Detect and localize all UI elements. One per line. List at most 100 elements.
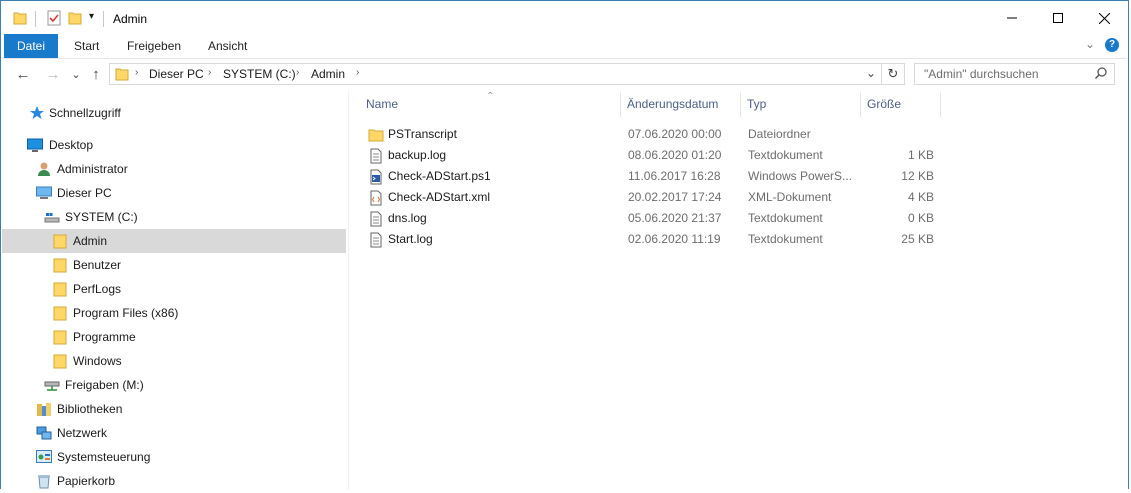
divider: [35, 11, 36, 27]
table-row[interactable]: Check-ADStart.xml 20.02.2017 17:24 XML-D…: [362, 187, 942, 208]
sidebar-item-freigaben-m[interactable]: Freigaben (M:): [2, 373, 346, 397]
xml-file-icon: [368, 190, 384, 206]
minimize-button[interactable]: [989, 2, 1035, 34]
sidebar-item-desktop[interactable]: Desktop: [2, 133, 346, 157]
text-file-icon: [368, 211, 384, 227]
sidebar-item-label: Benutzer: [73, 258, 122, 272]
folder-icon: [368, 127, 384, 143]
maximize-button[interactable]: [1035, 2, 1081, 34]
recent-locations-button[interactable]: ⌄: [66, 65, 86, 85]
sidebar-item-label: SYSTEM (C:): [65, 210, 138, 224]
drive-icon: [44, 209, 60, 225]
table-row[interactable]: Check-ADStart.ps1 11.06.2017 16:28 Windo…: [362, 166, 942, 187]
forward-button[interactable]: →: [43, 65, 63, 85]
table-row[interactable]: PSTranscript 07.06.2020 00:00 Dateiordne…: [362, 124, 942, 145]
sidebar-item-benutzer[interactable]: Benutzer: [2, 253, 346, 277]
file-type: Windows PowerS...: [748, 169, 853, 183]
sidebar-item-label: Administrator: [57, 162, 128, 176]
table-row[interactable]: dns.log 05.06.2020 21:37 Textdokument 0 …: [362, 208, 942, 229]
column-divider[interactable]: [620, 93, 621, 117]
sidebar-item-label: Windows: [73, 354, 122, 368]
file-type: XML-Dokument: [748, 190, 832, 204]
breadcrumb-separator[interactable]: ›: [356, 67, 359, 78]
sidebar-item-perflogs[interactable]: PerfLogs: [2, 277, 346, 301]
sidebar-item-label: PerfLogs: [73, 282, 122, 296]
file-type: Textdokument: [748, 148, 823, 162]
libraries-icon: [36, 401, 52, 417]
sidebar-item-label: Schnellzugriff: [49, 106, 121, 120]
folder-icon: [53, 257, 69, 273]
breadcrumb-admin[interactable]: Admin: [311, 67, 345, 81]
file-name: PSTranscript: [388, 127, 457, 141]
file-list: ⌃ Name Änderungsdatum Typ Größe PSTransc…: [349, 91, 1127, 490]
file-name: dns.log: [388, 211, 427, 225]
sidebar-item-administrator[interactable]: Administrator: [2, 157, 346, 181]
file-date: 07.06.2020 00:00: [628, 127, 722, 141]
address-bar[interactable]: › Dieser PC › SYSTEM (C:) › Admin › ⌄ ↻: [109, 63, 905, 85]
column-header-name[interactable]: Name: [366, 97, 398, 119]
sort-ascending-icon: ⌃: [486, 91, 495, 102]
sidebar-item-windows[interactable]: Windows: [2, 349, 346, 373]
sidebar-item-schnellzugriff[interactable]: Schnellzugriff: [2, 101, 346, 125]
customize-toolbar-icon[interactable]: ▾: [89, 11, 94, 22]
properties-icon[interactable]: [46, 10, 62, 29]
sidebar-item-netzwerk[interactable]: Netzwerk: [2, 421, 346, 445]
folder-icon: [13, 10, 27, 29]
column-header-date[interactable]: Änderungsdatum: [627, 97, 718, 119]
close-button[interactable]: [1081, 2, 1127, 34]
new-folder-icon[interactable]: [68, 10, 82, 29]
network-icon: [36, 425, 52, 441]
powershell-file-icon: [368, 169, 384, 185]
address-dropdown-button[interactable]: ⌄: [866, 66, 876, 80]
breadcrumb-dieser-pc[interactable]: Dieser PC: [149, 67, 204, 81]
column-divider[interactable]: [740, 93, 741, 117]
column-divider[interactable]: [940, 93, 941, 117]
breadcrumb-separator[interactable]: ›: [208, 67, 211, 78]
breadcrumb-separator[interactable]: ›: [135, 67, 138, 78]
table-row[interactable]: Start.log 02.06.2020 11:19 Textdokument …: [362, 229, 942, 250]
tab-ansicht[interactable]: Ansicht: [198, 34, 257, 58]
folder-icon: [53, 233, 69, 249]
folder-icon: [53, 281, 69, 297]
column-header-size[interactable]: Größe: [867, 97, 901, 119]
search-box[interactable]: "Admin" durchsuchen: [914, 63, 1115, 85]
sidebar-item-programme[interactable]: Programme: [2, 325, 346, 349]
tab-freigeben[interactable]: Freigeben: [117, 34, 191, 58]
sidebar-item-systemsteuerung[interactable]: Systemsteuerung: [2, 445, 346, 469]
expand-ribbon-button[interactable]: ⌄: [1085, 37, 1095, 51]
tab-start[interactable]: Start: [64, 34, 109, 58]
ribbon-tabs: Datei Start Freigeben Ansicht ⌄ ?: [2, 34, 1127, 59]
file-size: 1 KB: [907, 148, 934, 162]
folder-icon: [53, 353, 69, 369]
help-button[interactable]: ?: [1105, 38, 1119, 52]
sidebar-item-label: Program Files (x86): [73, 306, 179, 320]
search-icon: [1094, 66, 1108, 83]
back-button[interactable]: ←: [13, 65, 33, 85]
column-header-type[interactable]: Typ: [747, 97, 766, 119]
window-title: Admin: [113, 12, 148, 26]
file-date: 02.06.2020 11:19: [628, 232, 721, 246]
tab-datei[interactable]: Datei: [4, 34, 58, 58]
star-icon: [29, 105, 45, 121]
sidebar-item-program-files-x86[interactable]: Program Files (x86): [2, 301, 346, 325]
minimize-icon: [1007, 17, 1017, 19]
file-name: backup.log: [388, 148, 447, 162]
column-divider[interactable]: [860, 93, 861, 117]
sidebar-item-system-c[interactable]: SYSTEM (C:): [2, 205, 346, 229]
breadcrumb-system-c[interactable]: SYSTEM (C:): [223, 67, 296, 81]
up-button[interactable]: ↑: [86, 65, 106, 85]
sidebar-item-label: Admin: [73, 234, 108, 248]
table-row[interactable]: backup.log 08.06.2020 01:20 Textdokument…: [362, 145, 942, 166]
sidebar-item-bibliotheken[interactable]: Bibliotheken: [2, 397, 346, 421]
sidebar-item-dieser-pc[interactable]: Dieser PC: [2, 181, 346, 205]
sidebar-item-label: Papierkorb: [57, 474, 116, 488]
maximize-icon: [1053, 13, 1063, 23]
file-date: 11.06.2017 16:28: [628, 169, 721, 183]
breadcrumb-separator[interactable]: ›: [296, 67, 299, 78]
folder-icon: [53, 329, 69, 345]
sidebar-item-papierkorb[interactable]: Papierkorb: [2, 469, 346, 493]
refresh-button[interactable]: ↻: [881, 64, 904, 84]
title-bar: ▾ Admin: [2, 2, 1127, 34]
sidebar-item-admin[interactable]: Admin: [2, 229, 346, 253]
search-placeholder: "Admin" durchsuchen: [924, 67, 1039, 81]
